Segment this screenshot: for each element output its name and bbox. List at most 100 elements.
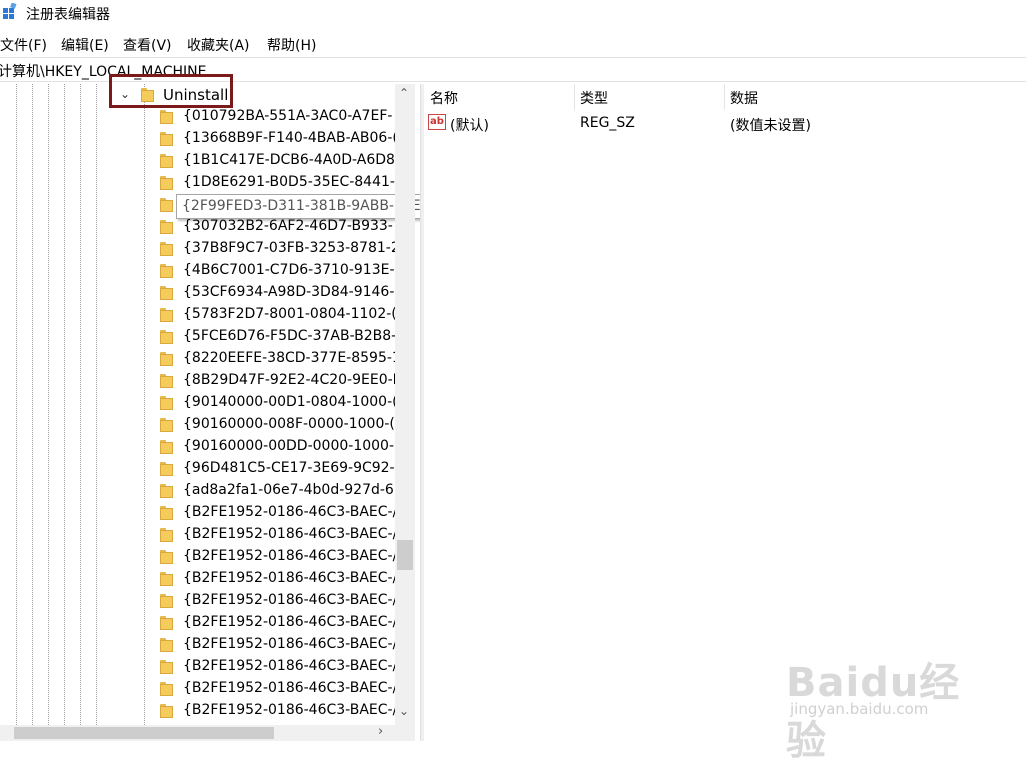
folder-icon — [160, 374, 173, 388]
tree-item-label: {96D481C5-CE17-3E69-9C92- — [183, 460, 395, 476]
menu-favorites[interactable]: 收藏夹(A) — [187, 35, 250, 55]
tree-item-subkey[interactable]: {90160000-00DD-0000-1000- — [157, 436, 397, 458]
tree-item-subkey[interactable]: {4B6C7001-C7D6-3710-913E- — [157, 260, 397, 282]
tree-item-subkey[interactable]: {010792BA-551A-3AC0-A7EF- — [157, 106, 397, 128]
column-header-data[interactable]: 数据 — [730, 88, 758, 108]
tree-item-label: {1B1C417E-DCB6-4A0D-A6D8 — [183, 152, 395, 168]
tree-guide-line — [64, 84, 65, 725]
tree-horizontal-scrollbar[interactable]: › — [0, 724, 415, 741]
title-bar: 注册表编辑器 — [0, 0, 1026, 26]
column-divider[interactable] — [574, 84, 575, 110]
folder-icon — [160, 264, 173, 278]
folder-icon — [160, 418, 173, 432]
folder-icon — [160, 528, 173, 542]
scroll-down-icon[interactable]: ⌄ — [399, 704, 409, 718]
tree-item-subkey[interactable]: {53CF6934-A98D-3D84-9146- — [157, 282, 397, 304]
tree-item-subkey[interactable]: {B2FE1952-0186-46C3-BAEC-/ — [157, 678, 397, 700]
column-header-type[interactable]: 类型 — [580, 88, 608, 108]
tree-item-subkey[interactable]: {B2FE1952-0186-46C3-BAEC-/ — [157, 524, 397, 546]
tree-item-label: {8B29D47F-92E2-4C20-9EE0-F — [183, 372, 401, 388]
value-type: REG_SZ — [580, 115, 635, 131]
folder-icon — [160, 396, 173, 410]
folder-icon — [160, 352, 173, 366]
folder-icon — [160, 286, 173, 300]
tree-item-subkey[interactable]: {B2FE1952-0186-46C3-BAEC-/ — [157, 568, 397, 590]
menu-file[interactable]: 文件(F) — [0, 35, 47, 55]
tree-item-subkey[interactable]: {96D481C5-CE17-3E69-9C92- — [157, 458, 397, 480]
tree-vertical-scrollbar[interactable]: ⌃ ⌄ — [395, 84, 415, 725]
folder-icon — [160, 308, 173, 322]
tree-item-subkey[interactable]: {B2FE1952-0186-46C3-BAEC-/ — [157, 634, 397, 656]
folder-icon — [160, 330, 173, 344]
regedit-app-icon — [3, 3, 17, 19]
watermark-url: jingyan.baidu.com — [790, 700, 929, 718]
tree-item-label: {90160000-008F-0000-1000-( — [183, 416, 395, 432]
value-row[interactable]: ab (默认) REG_SZ (数值未设置) — [424, 112, 1026, 134]
annotation-highlight-box — [109, 74, 233, 108]
tree-item-subkey[interactable]: {90160000-008F-0000-1000-( — [157, 414, 397, 436]
tree-item-label: {90140000-00D1-0804-1000-( — [183, 394, 398, 410]
tree-guide-line — [48, 84, 49, 725]
folder-icon — [160, 572, 173, 586]
folder-icon — [160, 220, 173, 234]
folder-icon — [160, 176, 173, 190]
folder-icon — [160, 198, 173, 212]
tree-item-subkey[interactable]: {8220EEFE-38CD-377E-8595-1 — [157, 348, 401, 370]
tree-item-label: {5783F2D7-8001-0804-1102-( — [183, 306, 397, 322]
values-pane[interactable]: 名称 类型 数据 ab (默认) REG_SZ (数值未设置) — [424, 84, 1026, 741]
tree-item-subkey[interactable]: {8B29D47F-92E2-4C20-9EE0-F — [157, 370, 401, 392]
tree-item-subkey[interactable]: {5783F2D7-8001-0804-1102-( — [157, 304, 397, 326]
tree-guide-line — [80, 84, 81, 725]
folder-icon — [160, 154, 173, 168]
column-header-name[interactable]: 名称 — [430, 88, 458, 108]
tree-item-subkey[interactable]: {1D8E6291-B0D5-35EC-8441- — [157, 172, 397, 194]
menu-help[interactable]: 帮助(H) — [267, 35, 316, 55]
tree-item-subkey[interactable]: {B2FE1952-0186-46C3-BAEC-/ — [157, 656, 397, 678]
window-title: 注册表编辑器 — [26, 7, 110, 23]
tree-item-subkey[interactable]: {307032B2-6AF2-46D7-B933- — [157, 216, 397, 238]
scroll-right-icon[interactable]: › — [378, 724, 383, 739]
tree-item-label: {ad8a2fa1-06e7-4b0d-927d-6 — [183, 482, 394, 498]
tree-item-label: {37B8F9C7-03FB-3253-8781-2 — [183, 240, 400, 256]
folder-icon — [160, 462, 173, 476]
tree-item-subkey[interactable]: {B2FE1952-0186-46C3-BAEC-/ — [157, 590, 397, 612]
tree-pane[interactable]: ⌄ Uninstall {010792BA-551A-3AC0-A7EF- {13… — [0, 84, 415, 725]
baidu-watermark: Baidu经验 jingyan.baidu.com — [786, 650, 986, 764]
menu-edit[interactable]: 编辑(E) — [61, 35, 109, 55]
tree-item-subkey[interactable]: {ad8a2fa1-06e7-4b0d-927d-6 — [157, 480, 397, 502]
value-data: (数值未设置) — [730, 118, 811, 134]
folder-icon — [160, 132, 173, 146]
tree-guide-line — [32, 84, 33, 725]
folder-icon — [160, 682, 173, 696]
column-divider[interactable] — [724, 84, 725, 110]
tree-item-label: {B2FE1952-0186-46C3-BAEC-/ — [183, 548, 398, 564]
tree-guide-line — [16, 84, 17, 725]
folder-icon — [160, 638, 173, 652]
folder-icon — [160, 440, 173, 454]
folder-icon — [160, 550, 173, 564]
tree-item-subkey[interactable]: {1B1C417E-DCB6-4A0D-A6D8 — [157, 150, 397, 172]
menu-bar: 文件(F) 编辑(E) 查看(V) 收藏夹(A) 帮助(H) — [0, 32, 1026, 54]
folder-icon — [160, 110, 173, 124]
tree-guide-line — [144, 84, 145, 725]
tree-item-subkey[interactable]: {37B8F9C7-03FB-3253-8781-2 — [157, 238, 400, 260]
scrollbar-thumb[interactable] — [14, 727, 274, 739]
tree-item-subkey[interactable]: {B2FE1952-0186-46C3-BAEC-/ — [157, 700, 397, 722]
tree-item-label: {010792BA-551A-3AC0-A7EF- — [183, 108, 393, 124]
tree-item-label: {B2FE1952-0186-46C3-BAEC-/ — [183, 592, 398, 608]
tree-item-subkey[interactable]: {B2FE1952-0186-46C3-BAEC-/ — [157, 546, 397, 568]
menu-view[interactable]: 查看(V) — [123, 35, 172, 55]
scrollbar-thumb[interactable] — [397, 540, 413, 570]
folder-icon — [160, 660, 173, 674]
folder-icon — [160, 704, 173, 718]
tree-item-subkey[interactable]: {B2FE1952-0186-46C3-BAEC-/ — [157, 502, 397, 524]
tree-item-label: {13668B9F-F140-4BAB-AB06-( — [183, 130, 398, 146]
tree-item-subkey[interactable]: {13668B9F-F140-4BAB-AB06-( — [157, 128, 398, 150]
tree-item-label: {B2FE1952-0186-46C3-BAEC-/ — [183, 636, 398, 652]
tree-item-subkey[interactable]: {5FCE6D76-F5DC-37AB-B2B8- — [157, 326, 397, 348]
scroll-up-icon[interactable]: ⌃ — [399, 86, 409, 100]
tree-item-subkey[interactable]: {B2FE1952-0186-46C3-BAEC-/ — [157, 612, 397, 634]
tree-item-subkey[interactable]: {90140000-00D1-0804-1000-( — [157, 392, 398, 414]
tree-guide-line — [96, 84, 97, 725]
string-value-icon: ab — [428, 114, 446, 130]
